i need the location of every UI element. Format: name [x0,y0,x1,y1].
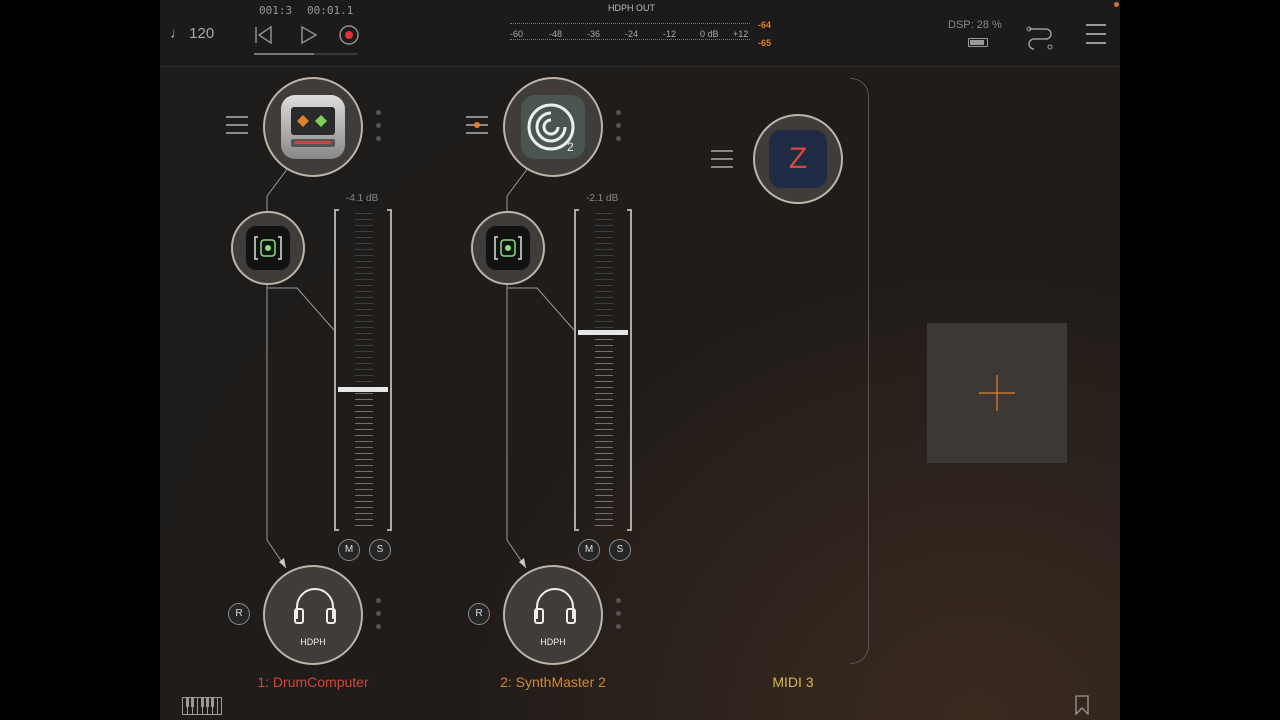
channel-group-bracket [850,78,869,664]
bookmark-icon[interactable] [1074,695,1090,720]
headphones-icon [534,588,576,624]
channel-1-dots[interactable] [376,110,382,149]
drumcomputer-app-icon [281,95,345,159]
channel-2-output-dots[interactable] [616,598,622,637]
channel-2-fader[interactable] [574,209,632,531]
channel-3-instrument-slot[interactable]: Z [753,114,843,204]
add-channel-button[interactable] [927,323,1067,463]
channel-1-menu[interactable] [226,116,248,140]
app-screen: ♩ 120 001:3 00:01.1 HDPH OUT -60 -48 -36… [160,0,1120,720]
channel-1-record-button[interactable]: R [228,603,250,625]
channel-3-menu[interactable] [711,150,733,174]
channel-2-fader-knob[interactable] [578,330,628,335]
effect-app-icon [246,226,290,270]
piano-keyboard-icon[interactable] [182,697,222,720]
channel-1-fader-knob[interactable] [338,387,388,392]
channel-1-mute-button[interactable]: M [338,539,360,561]
synthmaster-app-icon: 2 [521,95,585,159]
channel-1-fader[interactable] [334,209,392,531]
midi-app-icon: Z [769,130,827,188]
channel-2-instrument-slot[interactable]: 2 [503,77,603,177]
headphones-icon [294,588,336,624]
channel-2-mute-button[interactable]: M [578,539,600,561]
channel-1-output[interactable]: HDPH [263,565,363,665]
channel-2-output[interactable]: HDPH [503,565,603,665]
effect-app-icon [486,226,530,270]
channel-3-name[interactable]: MIDI 3 [713,674,873,690]
channel-2-dots[interactable] [616,110,622,149]
midi-app-icon-letter: Z [788,142,808,175]
channel-1-db: -4.1 dB [346,193,379,204]
channel-1-output-label: HDPH [300,637,326,647]
channel-1-name[interactable]: 1: DrumComputer [233,674,393,690]
channel-2-output-label: HDPH [540,637,566,647]
channel-1-solo-button[interactable]: S [369,539,391,561]
channel-2-name[interactable]: 2: SynthMaster 2 [473,674,633,690]
channel-2-effect-slot[interactable] [471,211,545,285]
channel-2-solo-button[interactable]: S [609,539,631,561]
channel-2-db: -2.1 dB [586,193,619,204]
svg-text:2: 2 [567,140,574,154]
channel-2-record-button[interactable]: R [468,603,490,625]
channel-1-effect-slot[interactable] [231,211,305,285]
plus-icon [979,375,1015,411]
channel-2-menu-active[interactable] [466,116,488,134]
channel-1-instrument-slot[interactable] [263,77,363,177]
channel-1-output-dots[interactable] [376,598,382,637]
